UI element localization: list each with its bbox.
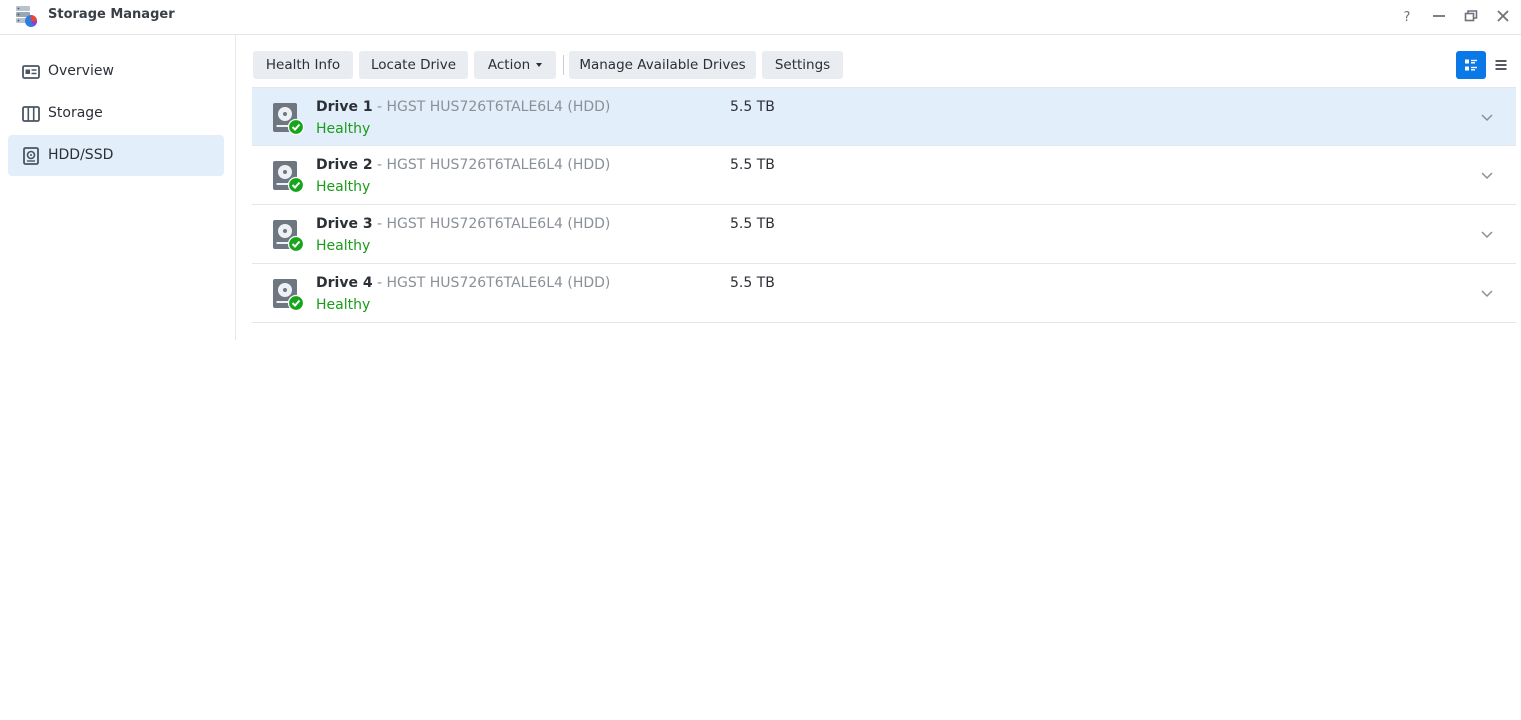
chevron-down-icon[interactable] [1480,286,1494,300]
chevron-down-icon[interactable] [1480,227,1494,241]
action-dropdown-button[interactable]: Action [474,51,556,79]
locate-drive-button[interactable]: Locate Drive [359,51,468,79]
drive-model: - HGST HUS726T6TALE6L4 (HDD) [372,99,611,115]
sidebar-item-storage[interactable]: Storage [8,93,224,134]
detail-view-button[interactable] [1456,51,1486,79]
action-button-label: Action [487,57,531,73]
drive-name: Drive 2 [316,157,373,173]
hdd-healthy-icon [273,220,304,253]
drive-size: 5.5 TB [730,157,775,173]
drive-row[interactable]: Drive 4 - HGST HUS726T6TALE6L4 (HDD) Hea… [252,264,1516,323]
drive-status: Healthy [316,179,371,195]
drive-row[interactable]: Drive 1 - HGST HUS726T6TALE6L4 (HDD) Hea… [252,87,1516,146]
storage-manager-app-icon [16,6,37,27]
hdd-healthy-icon [273,279,304,312]
drive-size: 5.5 TB [730,275,775,291]
settings-button[interactable]: Settings [762,51,843,79]
close-icon [1497,10,1509,22]
storage-icon [22,106,40,122]
drive-model: - HGST HUS726T6TALE6L4 (HDD) [372,275,611,291]
drive-name: Drive 1 [316,99,373,115]
storage-manager-window: Storage Manager ? Overview Storage HDD/S… [0,0,1521,720]
drive-size: 5.5 TB [730,216,775,232]
drive-status: Healthy [316,121,371,137]
help-button[interactable]: ? [1396,6,1418,26]
drive-model: - HGST HUS726T6TALE6L4 (HDD) [372,216,611,232]
toolbar-separator [563,55,564,75]
drive-model: - HGST HUS726T6TALE6L4 (HDD) [372,157,611,173]
sidebar-item-overview[interactable]: Overview [8,51,224,92]
sidebar-item-hdd-ssd[interactable]: HDD/SSD [8,135,224,176]
drive-size: 5.5 TB [730,99,775,115]
minimize-button[interactable] [1428,6,1450,26]
manage-available-drives-button[interactable]: Manage Available Drives [569,51,756,79]
overview-icon [22,65,40,79]
chevron-down-icon[interactable] [1480,168,1494,182]
hdd-healthy-icon [273,161,304,194]
list-view-button[interactable] [1486,51,1516,79]
app-title: Storage Manager [48,7,175,22]
minimize-icon [1433,15,1445,17]
chevron-down-icon[interactable] [1480,110,1494,124]
drive-status: Healthy [316,238,371,254]
close-button[interactable] [1492,6,1514,26]
list-view-icon [1495,60,1507,70]
sidebar-item-label: Storage [48,105,103,121]
health-info-button[interactable]: Health Info [253,51,353,79]
drive-row[interactable]: Drive 2 - HGST HUS726T6TALE6L4 (HDD) Hea… [252,146,1516,205]
restore-icon [1464,10,1478,22]
drive-row[interactable]: Drive 3 - HGST HUS726T6TALE6L4 (HDD) Hea… [252,205,1516,264]
hdd-healthy-icon [273,103,304,136]
help-icon: ? [1404,10,1411,23]
svg-text:?: ? [1404,10,1411,23]
sidebar-item-label: Overview [48,63,114,79]
drive-status: Healthy [316,297,371,313]
restore-button[interactable] [1460,6,1482,26]
hdd-icon [23,147,39,165]
drive-name: Drive 3 [316,216,373,232]
sidebar: Overview Storage HDD/SSD [0,35,236,340]
detail-view-icon [1465,59,1477,71]
title-bar: Storage Manager ? [0,0,1521,35]
caret-down-icon [536,63,543,67]
drive-name: Drive 4 [316,275,373,291]
sidebar-item-label: HDD/SSD [48,147,114,163]
